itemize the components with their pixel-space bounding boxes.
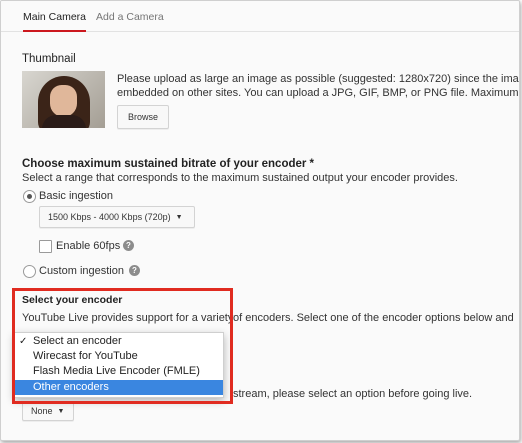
custom-ingestion-label: Custom ingestion [39, 265, 124, 277]
bitrate-range-value: 1500 Kbps - 4000 Kbps (720p) [48, 212, 171, 222]
none-select[interactable]: None ▼ [22, 401, 74, 421]
chevron-down-icon: ▼ [57, 407, 65, 415]
tab-add-camera[interactable]: Add a Camera [96, 11, 164, 23]
help-icon[interactable]: ? [129, 265, 140, 276]
basic-ingestion-radio[interactable] [23, 190, 36, 203]
chevron-down-icon: ▼ [175, 213, 183, 221]
thumbnail-image [22, 71, 105, 128]
basic-ingestion-label: Basic ingestion [39, 190, 113, 202]
custom-ingestion-radio[interactable] [23, 265, 36, 278]
thumbnail-description-line-1: Please upload as large an image as possi… [117, 73, 519, 85]
help-icon[interactable]: ? [123, 240, 134, 251]
live-settings-panel: Main Camera Add a Camera Thumbnail Pleas… [0, 0, 520, 441]
encoder-highlight-box [12, 288, 233, 404]
bitrate-heading: Choose maximum sustained bitrate of your… [22, 158, 315, 170]
thumbnail-heading: Thumbnail [22, 53, 76, 65]
encoder-description-right: of encoders. Select one of the encoder o… [233, 312, 514, 324]
tab-main-camera[interactable]: Main Camera [23, 11, 87, 32]
enable-60fps-label: Enable 60fps [56, 240, 121, 252]
thumbnail-description-line-2: embedded on other sites. You can upload … [117, 87, 520, 99]
enable-60fps-checkbox[interactable] [39, 240, 52, 253]
encoder-bottom-text: stream, please select an option before g… [233, 388, 473, 400]
camera-tabs: Main Camera Add a Camera [1, 1, 519, 32]
bitrate-subtext: Select a range that corresponds to the m… [22, 172, 458, 184]
browse-button-label: Browse [127, 112, 158, 122]
browse-button[interactable]: Browse [117, 105, 169, 129]
bitrate-range-select[interactable]: 1500 Kbps - 4000 Kbps (720p) ▼ [39, 206, 195, 228]
none-select-value: None [31, 406, 53, 416]
